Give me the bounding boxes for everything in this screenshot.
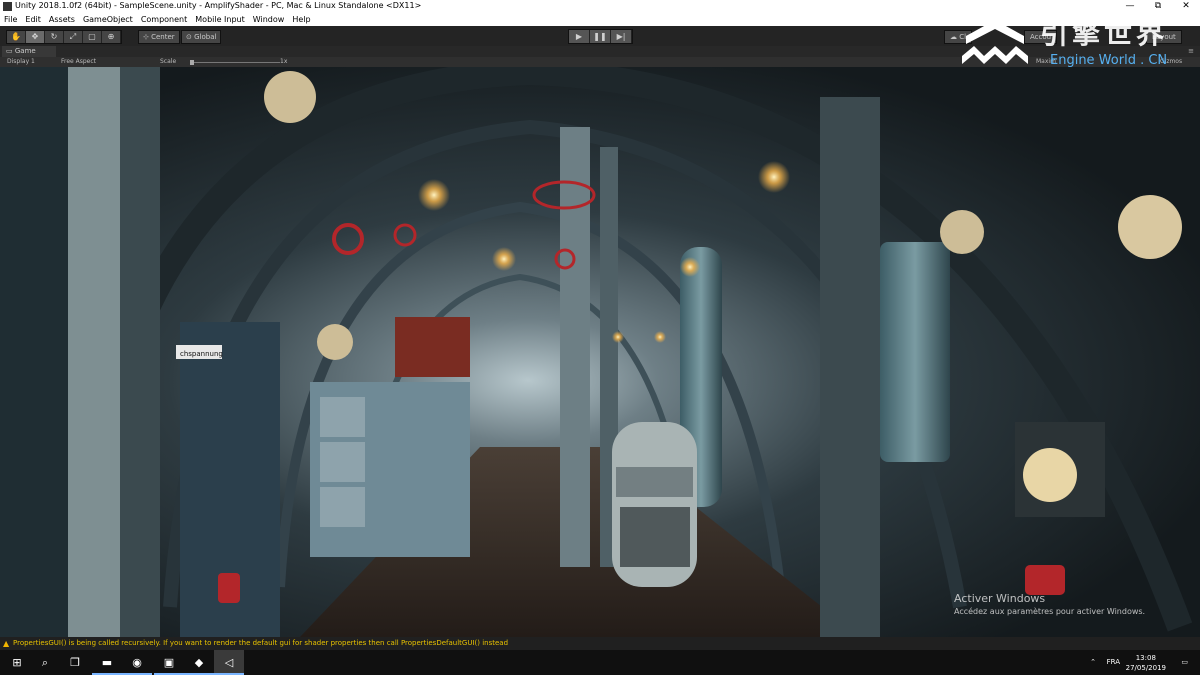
menu-edit[interactable]: Edit — [21, 13, 45, 26]
visual-studio-icon[interactable]: ◆ — [184, 650, 214, 675]
scale-tool-icon[interactable]: ⤢ — [64, 31, 83, 43]
game-viewport[interactable]: chspannung Activer Windows Accédez aux p… — [0, 67, 1200, 637]
activation-subtitle: Accédez aux paramètres pour activer Wind… — [954, 607, 1146, 616]
move-tool-icon[interactable]: ✥ — [26, 31, 45, 43]
tray-expand-icon[interactable]: ⌃ — [1090, 650, 1096, 675]
menu-help[interactable]: Help — [288, 13, 314, 26]
window-title-bar: Unity 2018.1.0f2 (64bit) - SampleScene.u… — [0, 0, 1200, 13]
menu-window[interactable]: Window — [249, 13, 289, 26]
pivot-icon: ⊹ — [143, 33, 149, 41]
step-icon[interactable]: ▶| — [611, 30, 632, 43]
file-explorer-icon[interactable]: ▬ — [92, 650, 122, 675]
transform-tools: ✋ ✥ ↻ ⤢ ▢ ⊕ — [6, 30, 122, 44]
menu-component[interactable]: Component — [137, 13, 191, 26]
pivot-center-button[interactable]: ⊹ Center — [138, 30, 180, 44]
playback-controls: ▶ ❚❚ ▶| — [568, 29, 633, 44]
clock-date: 27/05/2019 — [1125, 664, 1166, 672]
notification-icon[interactable]: ▭ — [1181, 650, 1188, 675]
rotate-tool-icon[interactable]: ↻ — [45, 31, 64, 43]
unity-icon — [3, 2, 12, 11]
taskbar-clock[interactable]: 13:08 27/05/2019 — [1126, 653, 1166, 673]
language-indicator[interactable]: FRA — [1107, 650, 1120, 675]
tab-game[interactable]: ▭ Game — [2, 46, 56, 57]
scale-label: Scale — [160, 58, 177, 65]
aspect-dropdown[interactable]: Free Aspect — [61, 58, 96, 65]
task-view-icon[interactable]: ❐ — [60, 650, 90, 675]
display-dropdown[interactable]: Display 1 — [7, 58, 35, 65]
chrome-icon[interactable]: ◉ — [122, 650, 152, 675]
unity-taskbar-icon[interactable]: ◁ — [214, 650, 244, 675]
search-icon[interactable]: ⌕ — [30, 650, 60, 675]
menu-assets[interactable]: Assets — [45, 13, 79, 26]
pause-icon[interactable]: ❚❚ — [590, 30, 611, 43]
panel-label-text: chspannung — [180, 350, 223, 358]
windows-taskbar: ⊞ ⌕ ❐ ▬ ◉ ▣ ◆ ◁ ⌃ FRA 13:08 27/05/2019 ▭ — [0, 650, 1200, 675]
window-title: Unity 2018.1.0f2 (64bit) - SampleScene.u… — [15, 1, 422, 10]
windows-activation-notice: Activer Windows Accédez aux paramètres p… — [954, 592, 1145, 616]
close-button[interactable]: ✕ — [1172, 0, 1200, 13]
hand-tool-icon[interactable]: ✋ — [7, 31, 26, 43]
menu-gameobject[interactable]: GameObject — [79, 13, 137, 26]
scale-value: 1x — [280, 58, 288, 65]
rect-tool-icon[interactable]: ▢ — [83, 31, 102, 43]
scale-slider-handle[interactable] — [190, 60, 194, 65]
transform-tool-icon[interactable]: ⊕ — [102, 31, 121, 43]
console-status-bar[interactable]: ▲ PropertiesGUI() is being called recurs… — [0, 637, 1200, 650]
menu-file[interactable]: File — [0, 13, 21, 26]
submarine-interior-render: chspannung — [0, 67, 1200, 637]
watermark-chinese-text: 引擎世界 — [1040, 17, 1169, 50]
windows-start-icon[interactable]: ⊞ — [2, 650, 32, 675]
play-icon[interactable]: ▶ — [569, 30, 590, 43]
app-icon[interactable]: ▣ — [154, 650, 184, 675]
activation-title: Activer Windows — [954, 592, 1046, 605]
status-message: PropertiesGUI() is being called recursiv… — [13, 639, 509, 647]
engine-world-logo-icon — [962, 20, 1028, 64]
warning-icon: ▲ — [3, 639, 10, 648]
scale-slider[interactable] — [190, 62, 280, 63]
pivot-global-button[interactable]: ⊙ Global — [181, 30, 222, 44]
menu-mobile-input[interactable]: Mobile Input — [191, 13, 249, 26]
watermark-english-text: Engine World . CN — [1050, 53, 1168, 68]
collab-icon: ☁ — [950, 33, 957, 41]
tab-menu-icon[interactable]: ≡ — [1188, 47, 1194, 55]
game-icon: ▭ — [6, 47, 13, 55]
clock-time: 13:08 — [1135, 654, 1156, 662]
globe-icon: ⊙ — [186, 33, 192, 41]
